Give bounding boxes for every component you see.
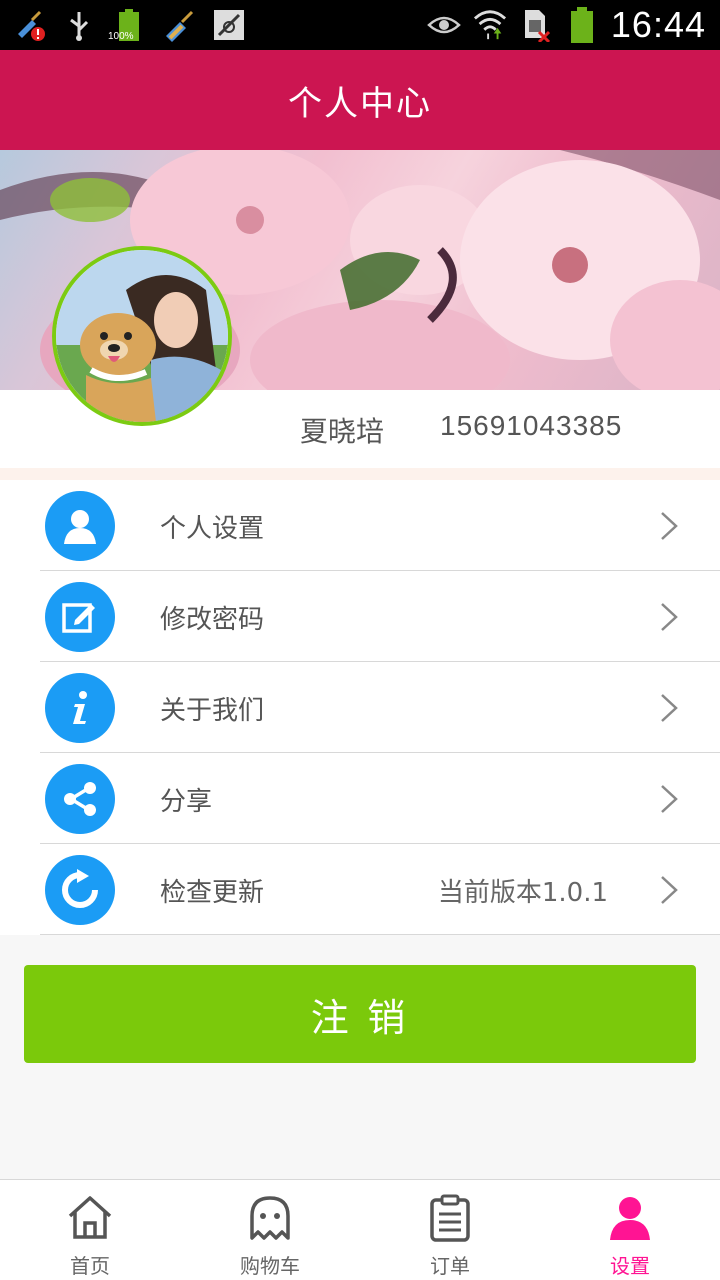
wifi-icon bbox=[473, 8, 507, 42]
menu-item-label: 修改密码 bbox=[160, 605, 265, 635]
user-icon bbox=[45, 491, 115, 561]
user-name: 夏晓培 bbox=[300, 415, 385, 448]
chevron-right-icon bbox=[661, 694, 678, 722]
menu-item-label: 个人设置 bbox=[160, 514, 265, 544]
menu-item-change-password[interactable]: 修改密码 bbox=[0, 571, 720, 662]
ghost-icon bbox=[244, 1192, 296, 1244]
version-value: 当前版本1.0.1 bbox=[437, 878, 608, 908]
battery-icon bbox=[565, 7, 599, 43]
battery-full-icon: 100% bbox=[108, 8, 146, 42]
status-left-icons: 100% bbox=[12, 6, 246, 44]
refresh-icon bbox=[45, 855, 115, 925]
order-list-icon bbox=[424, 1192, 476, 1244]
edit-icon bbox=[45, 582, 115, 652]
menu-item-about-us[interactable]: 关于我们 bbox=[0, 662, 720, 753]
share-icon bbox=[45, 764, 115, 834]
sim-error-icon bbox=[519, 8, 553, 42]
user-phone: 15691043385 bbox=[440, 410, 623, 441]
chevron-right-icon bbox=[661, 785, 678, 813]
chevron-right-icon bbox=[661, 512, 678, 540]
usb-icon bbox=[62, 8, 96, 42]
title-bar: 个人中心 bbox=[0, 50, 720, 150]
tab-label: 订单 bbox=[430, 1254, 470, 1278]
section-divider bbox=[0, 468, 720, 480]
tab-home[interactable]: 首页 bbox=[0, 1180, 180, 1280]
chevron-right-icon bbox=[661, 876, 678, 904]
no-sim-card-icon bbox=[212, 8, 246, 42]
menu-item-label: 检查更新 bbox=[160, 878, 265, 908]
menu-divider bbox=[40, 934, 720, 935]
chevron-right-icon bbox=[661, 603, 678, 631]
tab-cart[interactable]: 购物车 bbox=[180, 1180, 360, 1280]
avatar[interactable] bbox=[52, 246, 232, 426]
settings-menu: 个人设置 修改密码 关于我们 分享 检查更新 当前版本1.0.1 bbox=[0, 480, 720, 935]
bottom-nav: 首页 购物车 订单 设置 bbox=[0, 1179, 720, 1280]
menu-item-check-update[interactable]: 检查更新 当前版本1.0.1 bbox=[0, 844, 720, 935]
battery-percent: 100% bbox=[108, 31, 134, 42]
home-icon bbox=[64, 1192, 116, 1244]
page-title: 个人中心 bbox=[288, 83, 432, 124]
info-icon bbox=[45, 673, 115, 743]
menu-item-personal-settings[interactable]: 个人设置 bbox=[0, 480, 720, 571]
eye-icon bbox=[427, 8, 461, 42]
menu-item-label: 关于我们 bbox=[160, 696, 265, 726]
status-time: 16:44 bbox=[610, 4, 706, 45]
tab-label: 购物车 bbox=[240, 1254, 300, 1278]
logout-button[interactable]: 注 销 bbox=[24, 965, 696, 1063]
tab-orders[interactable]: 订单 bbox=[360, 1180, 540, 1280]
tab-label: 设置 bbox=[610, 1254, 650, 1278]
broom-alert-icon bbox=[12, 8, 46, 42]
person-icon bbox=[604, 1192, 656, 1244]
tab-label: 首页 bbox=[70, 1254, 110, 1278]
tab-settings[interactable]: 设置 bbox=[540, 1180, 720, 1280]
status-bar: 100% 16:44 bbox=[0, 0, 720, 50]
status-right-icons: 16:44 bbox=[427, 0, 706, 50]
menu-item-label: 分享 bbox=[160, 787, 213, 817]
broom-icon bbox=[162, 8, 196, 42]
menu-item-share[interactable]: 分享 bbox=[0, 753, 720, 844]
